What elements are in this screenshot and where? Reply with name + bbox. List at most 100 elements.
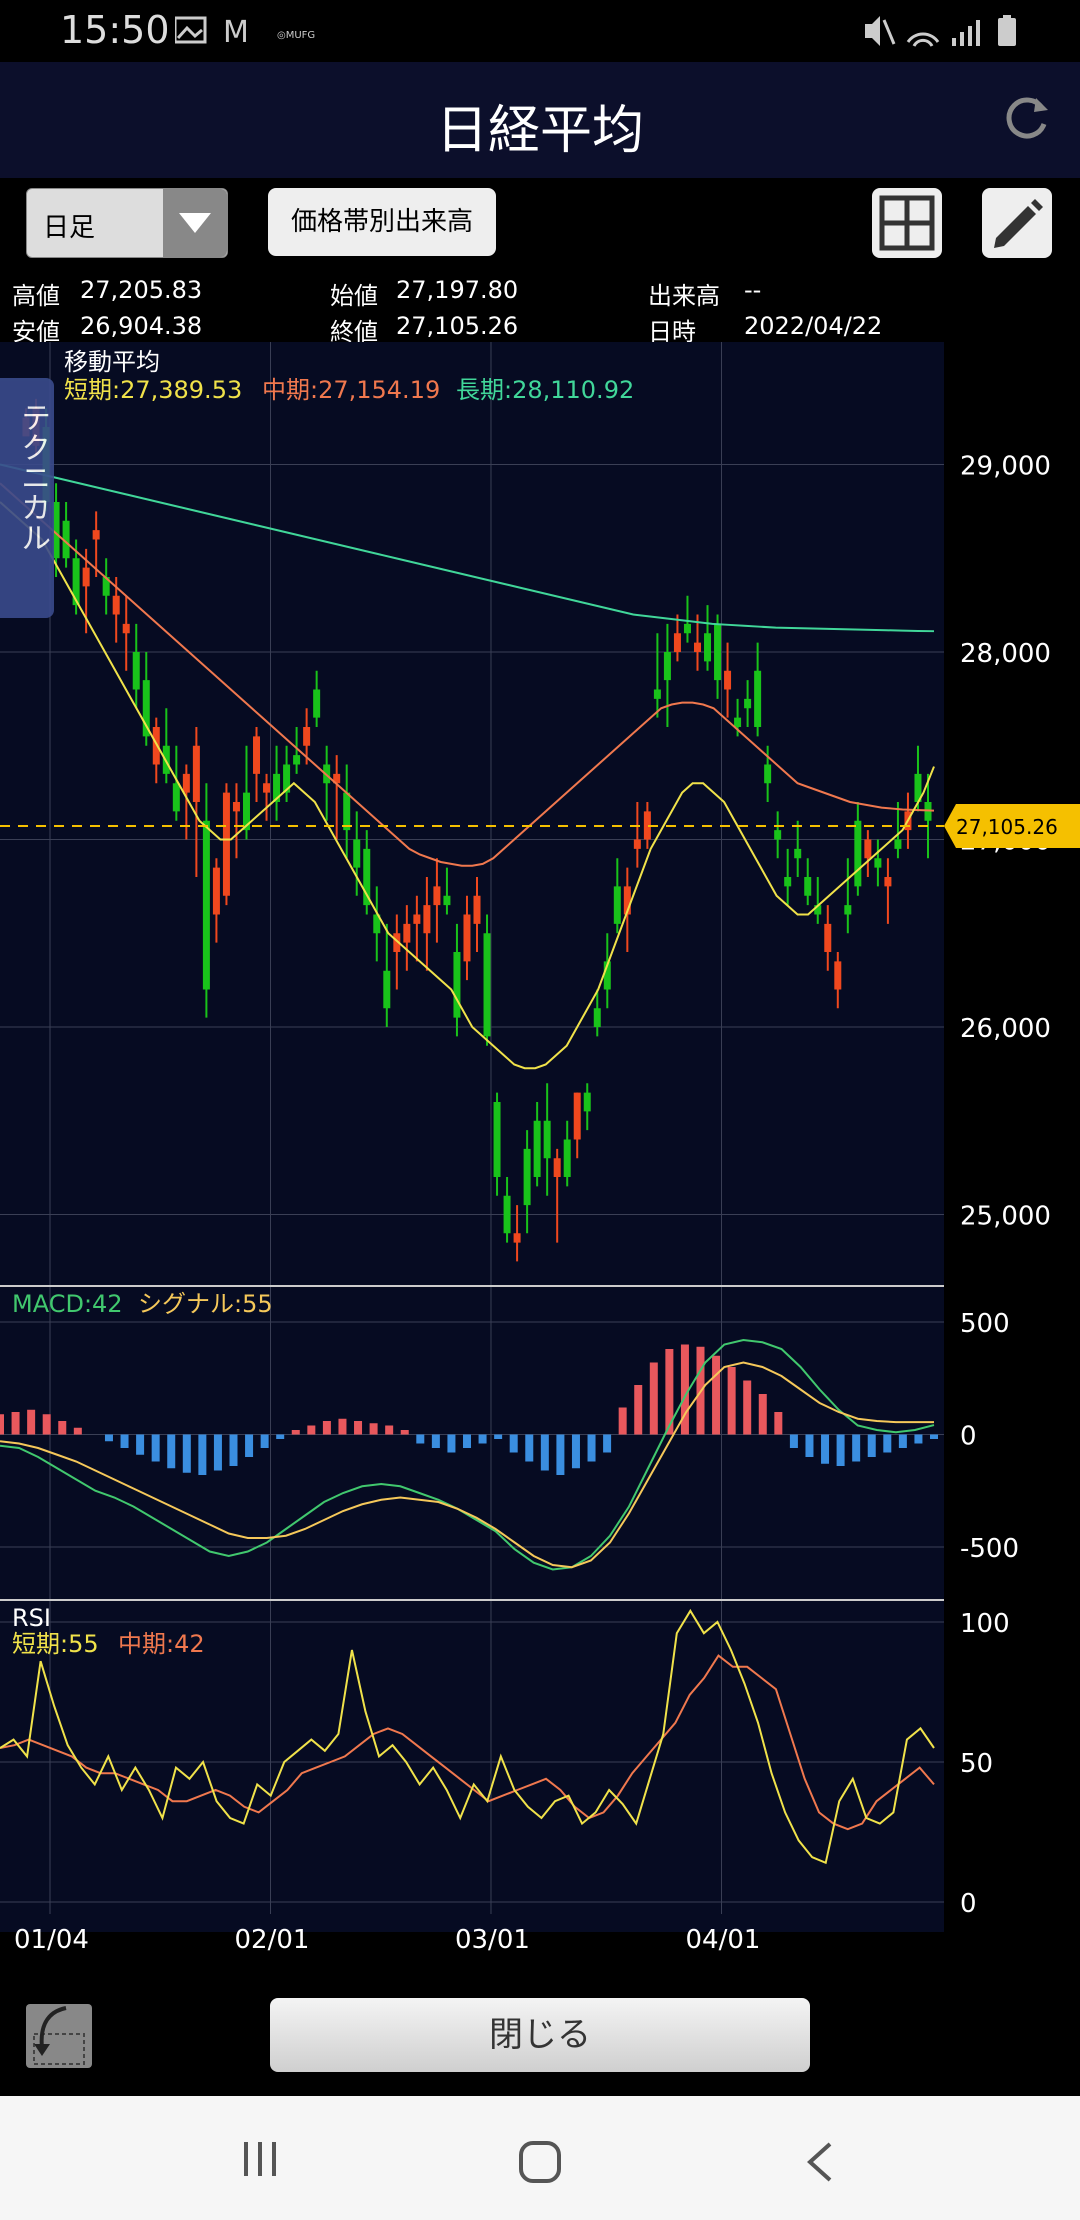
macd-tick-label: 500 — [960, 1309, 1010, 1339]
candle-body — [784, 877, 792, 887]
macd-histogram-bar — [198, 1434, 207, 1475]
macd-histogram-bar — [322, 1421, 331, 1435]
close-button[interactable]: 閉じる — [270, 1998, 810, 2072]
macd-label: MACD:42 — [12, 1290, 123, 1318]
candle-body — [693, 642, 701, 652]
macd-histogram-bar — [603, 1434, 612, 1453]
open-label: 始値 — [330, 282, 378, 310]
candle-body — [453, 952, 461, 1018]
current-price-value: 27,105.26 — [956, 815, 1058, 839]
macd-histogram-bar — [400, 1430, 409, 1435]
macd-histogram-bar — [634, 1385, 643, 1435]
close-value: 27,105.26 — [396, 312, 519, 340]
macd-histogram-bar — [229, 1434, 238, 1466]
grid-layout-button[interactable] — [872, 188, 942, 258]
open-value: 27,197.80 — [396, 276, 519, 304]
macd-histogram-bar — [245, 1434, 254, 1457]
candle-body — [874, 858, 882, 868]
candle-body — [804, 877, 812, 896]
status-time: 15:50 — [60, 8, 170, 52]
date-value: 2022/04/22 — [744, 312, 883, 340]
macd-histogram-bar — [213, 1434, 222, 1471]
price-tick-label: 25,000 — [960, 1202, 1051, 1232]
candle-body — [714, 623, 722, 681]
axis-background — [944, 342, 1080, 1932]
macd-histogram-bar — [354, 1421, 363, 1435]
macd-histogram-bar — [431, 1434, 440, 1448]
candle-body — [583, 1092, 591, 1112]
candle-body — [794, 848, 802, 859]
candle-body — [593, 1008, 601, 1027]
macd-histogram-bar — [758, 1394, 767, 1435]
candle-body — [523, 1148, 531, 1206]
macd-histogram-bar — [0, 1414, 4, 1435]
macd-histogram-bar — [914, 1434, 923, 1444]
candlestick-chart[interactable]: 移動平均 短期:27,389.53 中期:27,154.19 長期:28,110… — [0, 342, 1080, 1998]
candle-body — [403, 923, 411, 943]
macd-histogram-bar — [151, 1434, 160, 1462]
candle-body — [613, 886, 621, 924]
candle-body — [313, 689, 321, 718]
macd-histogram-bar — [571, 1434, 580, 1469]
recent-apps-icon[interactable] — [240, 2140, 280, 2180]
rsi-short-label: 短期:55 — [12, 1630, 99, 1658]
volume-value: -- — [744, 276, 762, 304]
candle-body — [824, 923, 832, 952]
period-dropdown[interactable]: 日足 — [26, 188, 228, 258]
macd-histogram-bar — [494, 1434, 503, 1439]
macd-histogram-bar — [509, 1434, 518, 1453]
candle-body — [293, 755, 301, 765]
high-label: 高値 — [12, 282, 60, 310]
macd-histogram-bar — [27, 1409, 36, 1435]
back-icon[interactable] — [804, 2140, 836, 2184]
volume-label: 出来高 — [648, 282, 720, 310]
bottom-bar: 閉じる — [0, 1968, 1080, 2098]
high-value: 27,205.83 — [80, 276, 203, 304]
edit-button[interactable] — [982, 188, 1052, 258]
chart-background — [0, 342, 944, 1932]
volume-by-price-button[interactable]: 価格帯別出来高 — [268, 188, 496, 256]
candle-body — [724, 670, 732, 690]
candle-body — [423, 905, 431, 934]
candle-body — [764, 764, 772, 784]
candle-body — [884, 877, 892, 887]
macd-histogram-bar — [898, 1434, 907, 1448]
pencil-icon — [994, 199, 1043, 248]
macd-histogram-bar — [727, 1367, 736, 1435]
candle-body — [653, 689, 661, 699]
macd-histogram-bar — [805, 1434, 814, 1457]
grid-icon — [879, 195, 935, 251]
macd-histogram-bar — [291, 1430, 300, 1435]
technical-tab-label: テクニカル — [15, 402, 50, 552]
title-bar: 日経平均 — [0, 62, 1080, 178]
candle-body — [263, 783, 271, 793]
candle-body — [573, 1092, 581, 1140]
dropdown-arrow[interactable] — [163, 189, 227, 257]
rotate-icon[interactable] — [22, 2000, 96, 2072]
signal-battery-icon — [865, 15, 1016, 47]
macd-histogram-bar — [369, 1423, 378, 1435]
macd-histogram-bar — [712, 1355, 721, 1435]
technical-tab[interactable]: テクニカル — [0, 378, 54, 618]
ma-short-label: 短期:27,389.53 — [64, 376, 242, 404]
price-info: 高値 27,205.83 安値 26,904.38 始値 27,197.80 終… — [0, 270, 1080, 346]
macd-histogram-bar — [867, 1434, 876, 1457]
macd-histogram-bar — [120, 1434, 129, 1448]
candle-body — [82, 567, 90, 587]
macd-histogram-bar — [307, 1425, 316, 1435]
rsi-label: RSI — [12, 1604, 51, 1632]
android-nav-bar — [0, 2096, 1080, 2220]
candle-body — [433, 886, 441, 906]
home-icon[interactable] — [518, 2140, 562, 2184]
candle-body — [112, 595, 120, 615]
date-tick-label: 04/01 — [685, 1925, 760, 1955]
candle-body — [192, 745, 200, 802]
candle-body — [704, 633, 712, 662]
candle-body — [553, 1158, 561, 1177]
chevron-down-icon — [179, 213, 211, 233]
macd-histogram-bar — [525, 1434, 534, 1462]
candle-body — [754, 670, 762, 727]
candle-body — [253, 736, 261, 774]
macd-histogram-bar — [836, 1434, 845, 1466]
refresh-icon[interactable] — [1000, 94, 1052, 146]
